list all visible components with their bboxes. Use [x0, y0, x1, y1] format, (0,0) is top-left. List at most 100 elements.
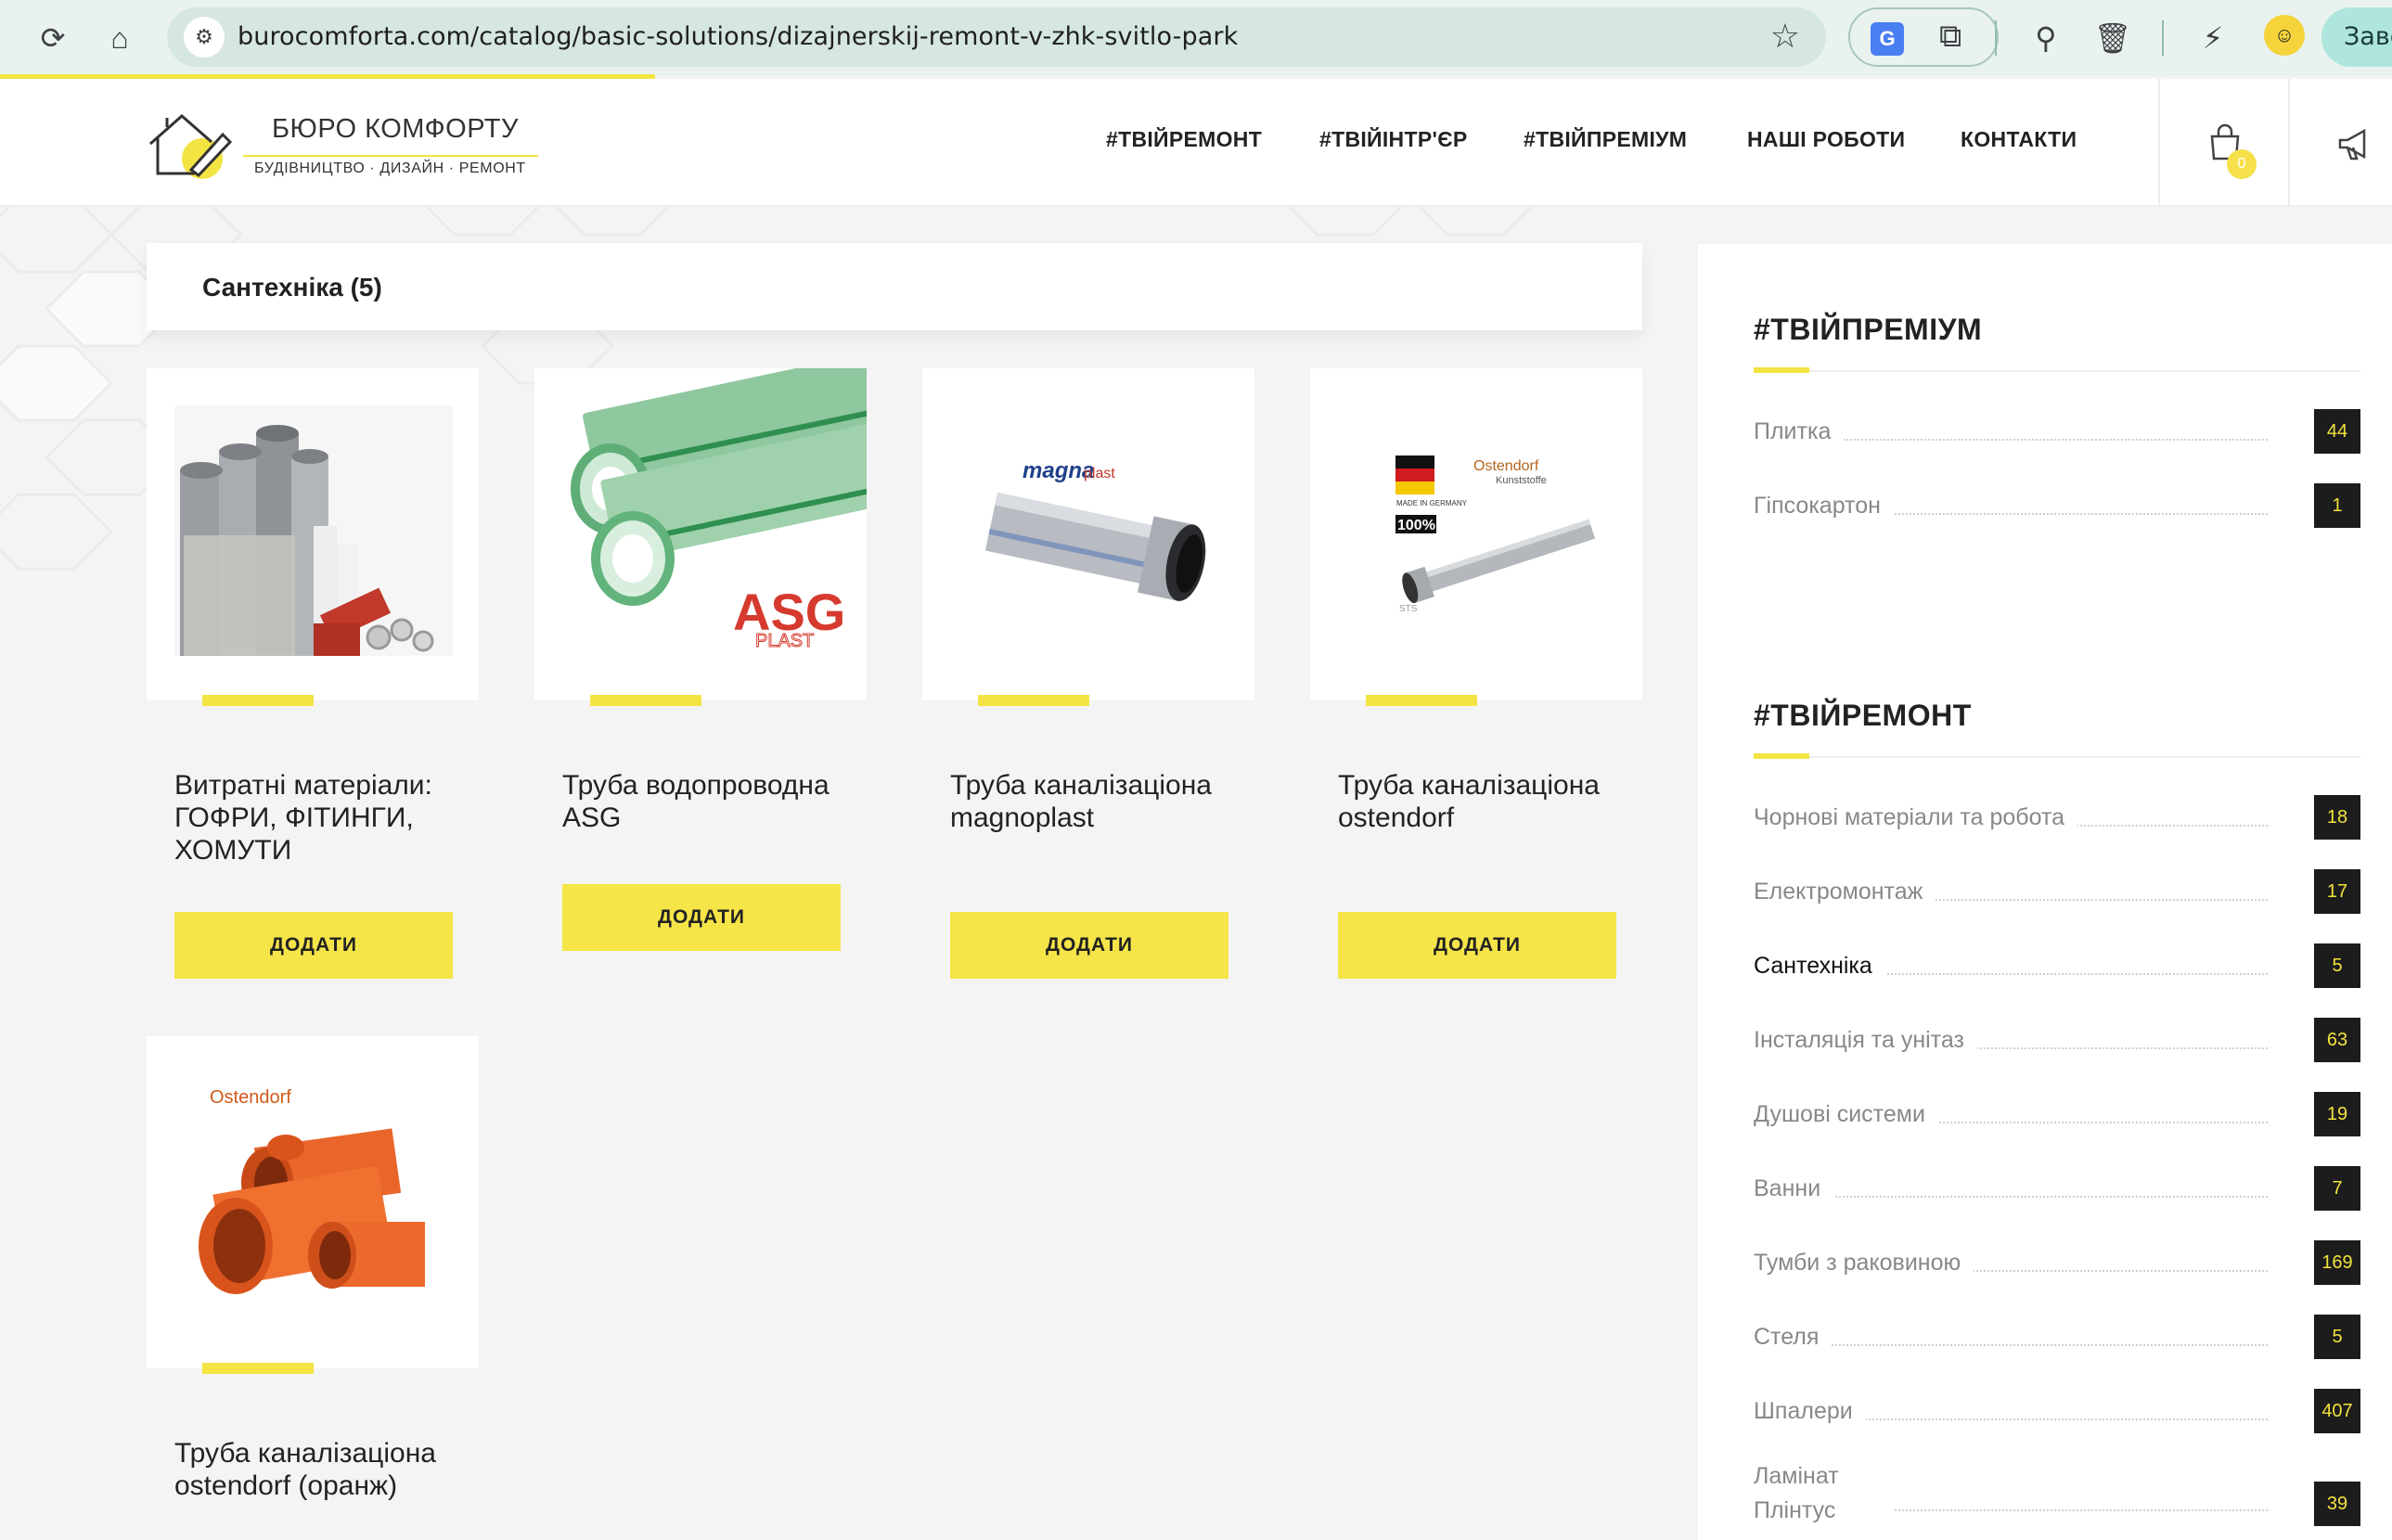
- extensions-puzzle-icon[interactable]: ⧉: [1939, 19, 1961, 55]
- sidebar-item-label: Шпалери: [1754, 1398, 1866, 1425]
- sidebar-item-count: 5: [2314, 943, 2360, 988]
- address-bar[interactable]: ⚙ burocomforta.com/catalog/basic-solutio…: [167, 7, 1826, 67]
- product-title[interactable]: Витратні матеріали: ГОФРИ, ФІТИНГИ, ХОМУ…: [174, 769, 471, 866]
- sidebar-item-label: Ванни: [1754, 1175, 1834, 1202]
- logo-underline: [243, 155, 538, 157]
- sidebar-item-santekhnika[interactable]: Сантехніка 5: [1754, 943, 2360, 990]
- sidebar-item-count: 407: [2314, 1389, 2360, 1433]
- site-settings-icon[interactable]: ⚙: [184, 17, 225, 58]
- url-text[interactable]: burocomforta.com/catalog/basic-solutions…: [238, 22, 1238, 51]
- sidebar-rule: [1754, 370, 2360, 372]
- house-pencil-logo-icon: [149, 114, 233, 179]
- card-accent-bar: [978, 695, 1089, 706]
- asg-plast-text: PLAST: [755, 631, 814, 651]
- sidebar-item-label: Електромонтаж: [1754, 879, 1936, 905]
- site-header: БЮРО КОМФОРТУ БУДІВНИЦТВО · ДИЗАЙН · РЕМ…: [0, 79, 2392, 207]
- profile-avatar-icon[interactable]: ☺: [2264, 15, 2305, 56]
- product-title[interactable]: Труба каналізаціона ostendorf (оранж): [174, 1437, 471, 1502]
- sidebar-item-count: 5: [2314, 1315, 2360, 1359]
- product-image[interactable]: MADE IN GERMANY 100% Ostendorf Kunststof…: [1310, 368, 1642, 700]
- product-image[interactable]: [147, 368, 479, 700]
- sidebar-item-count: 18: [2314, 795, 2360, 840]
- site-logo[interactable]: БЮРО КОМФОРТУ БУДІВНИЦТВО · ДИЗАЙН · РЕМ…: [145, 105, 544, 188]
- sidebar-item-label: Стеля: [1754, 1324, 1833, 1351]
- sidebar-rule-accent: [1754, 753, 1809, 759]
- sidebar-item-vanny[interactable]: Ванни 7: [1754, 1166, 2360, 1213]
- sidebar-item-count: 44: [2314, 409, 2360, 454]
- sidebar-item-instaliatsiia[interactable]: Інсталяція та унітаз 63: [1754, 1018, 2360, 1064]
- bookmark-star-icon[interactable]: ☆: [1770, 17, 1800, 56]
- home-icon[interactable]: ⌂: [95, 13, 145, 63]
- sidebar-item-elektromontazh[interactable]: Електромонтаж 17: [1754, 869, 2360, 916]
- sidebar-item-shpalery[interactable]: Шпалери 407: [1754, 1389, 2360, 1435]
- ostendorf-orange-brand-text: Ostendorf: [210, 1087, 291, 1108]
- reload-icon[interactable]: ⟳: [28, 13, 78, 63]
- sidebar-item-tumby[interactable]: Тумби з раковиною 169: [1754, 1240, 2360, 1287]
- nav-kontakty[interactable]: КОНТАКТИ: [1961, 127, 2077, 155]
- sidebar-item-count: 63: [2314, 1018, 2360, 1062]
- browser-toolbar: ⟳ ⌂ ⚙ burocomforta.com/catalog/basic-sol…: [0, 0, 2392, 79]
- add-to-cart-button[interactable]: ДОДАТИ: [562, 884, 841, 951]
- product-title[interactable]: Труба каналізаціона magnoplast: [950, 769, 1247, 834]
- made-in-germany-text: MADE IN GERMANY: [1396, 499, 1468, 507]
- add-to-cart-button[interactable]: ДОДАТИ: [950, 912, 1228, 979]
- sidebar-item-plytka[interactable]: Плитка 44: [1754, 409, 2360, 456]
- header-divider: [2158, 79, 2160, 207]
- add-to-cart-button[interactable]: ДОДАТИ: [174, 912, 453, 979]
- logo-title: БЮРО КОМФОРТУ: [272, 114, 519, 144]
- sidebar-rule: [1754, 756, 2360, 758]
- sidebar-item-label: Плитка: [1754, 418, 1845, 445]
- sts-mark-text: STS: [1399, 604, 1418, 614]
- product-image[interactable]: magna plast: [922, 368, 1254, 700]
- product-image[interactable]: Ostendorf: [147, 1036, 479, 1368]
- asg-green-pipes-image: ASG PLAST: [571, 368, 867, 652]
- sidebar-item-label: Тумби з раковиною: [1754, 1250, 1974, 1277]
- toolbar-separator: [2162, 20, 2164, 56]
- magna-plast-text: plast: [1084, 466, 1115, 481]
- sidebar-item-count: 1: [2314, 483, 2360, 528]
- hundred-percent-text: 100%: [1397, 518, 1435, 533]
- nav-tviy-interier[interactable]: #ТВІЙІНТР'ЄР: [1319, 127, 1468, 155]
- kunststoffe-text: Kunststoffe: [1496, 475, 1547, 486]
- incognito-icon[interactable]: ⚲: [2021, 13, 2071, 63]
- nav-nashi-roboty[interactable]: НАШІ РОБОТИ: [1747, 127, 1905, 155]
- sidebar-item-dushovi[interactable]: Душові системи 19: [1754, 1092, 2360, 1138]
- nav-tviy-premium[interactable]: #ТВІЙПРЕМІУМ: [1524, 127, 1687, 155]
- ostendorf-grey-pipe-image: MADE IN GERMANY 100% Ostendorf Kunststof…: [1395, 456, 1596, 614]
- sidebar-item-label: Ламінат Плінтус: [1754, 1459, 1893, 1528]
- profile-button[interactable]: Заве: [2321, 7, 2392, 67]
- sidebar-item-label: Сантехніка: [1754, 953, 1885, 980]
- card-accent-bar: [202, 1363, 314, 1374]
- card-accent-bar: [590, 695, 701, 706]
- toolbar-separator: [1995, 20, 1997, 56]
- google-translate-icon[interactable]: G: [1871, 22, 1904, 56]
- sidebar-heading-premium[interactable]: #ТВІЙПРЕМІУМ: [1754, 313, 1982, 347]
- card-accent-bar: [202, 695, 314, 706]
- sidebar-item-count: 17: [2314, 869, 2360, 914]
- sidebar-item-count: 19: [2314, 1092, 2360, 1136]
- nav-tviy-remont[interactable]: #ТВІЙРЕМОНТ: [1106, 127, 1262, 155]
- category-title: Сантехніка (5): [202, 273, 382, 302]
- trash-icon[interactable]: 🗑: [2088, 13, 2138, 63]
- extensions-group: G ⧉: [1848, 7, 1999, 67]
- sidebar-item-stelia[interactable]: Стеля 5: [1754, 1315, 2360, 1361]
- sidebar-item-laminat[interactable]: Ламінат Плінтус 39: [1754, 1459, 2360, 1528]
- sidebar-item-label: Гіпсокартон: [1754, 493, 1894, 520]
- sidebar-item-label: Чорнові матеріали та робота: [1754, 804, 2078, 831]
- product-image[interactable]: ASG PLAST: [534, 368, 867, 700]
- sidebar-item-chornovi[interactable]: Чорнові матеріали та робота 18: [1754, 795, 2360, 841]
- sidebar-heading-remont[interactable]: #ТВІЙРЕМОНТ: [1754, 699, 1972, 733]
- megaphone-icon[interactable]: [2336, 125, 2373, 162]
- magnaplast-pipe-image: magna plast: [984, 458, 1206, 601]
- performance-icon[interactable]: ⚡: [2188, 13, 2238, 63]
- sidebar-item-count: 169: [2314, 1240, 2360, 1285]
- sidebar-item-count: 39: [2314, 1482, 2360, 1526]
- product-title[interactable]: Труба водопроводна ASG: [562, 769, 859, 834]
- ostendorf-brand-text: Ostendorf: [1473, 458, 1539, 474]
- product-title[interactable]: Труба каналізаціона ostendorf: [1338, 769, 1635, 834]
- sidebar-item-label: Душові системи: [1754, 1101, 1938, 1128]
- card-accent-bar: [1366, 695, 1477, 706]
- sidebar-item-label: Інсталяція та унітаз: [1754, 1027, 1977, 1054]
- add-to-cart-button[interactable]: ДОДАТИ: [1338, 912, 1616, 979]
- sidebar-item-hipsokarton[interactable]: Гіпсокартон 1: [1754, 483, 2360, 530]
